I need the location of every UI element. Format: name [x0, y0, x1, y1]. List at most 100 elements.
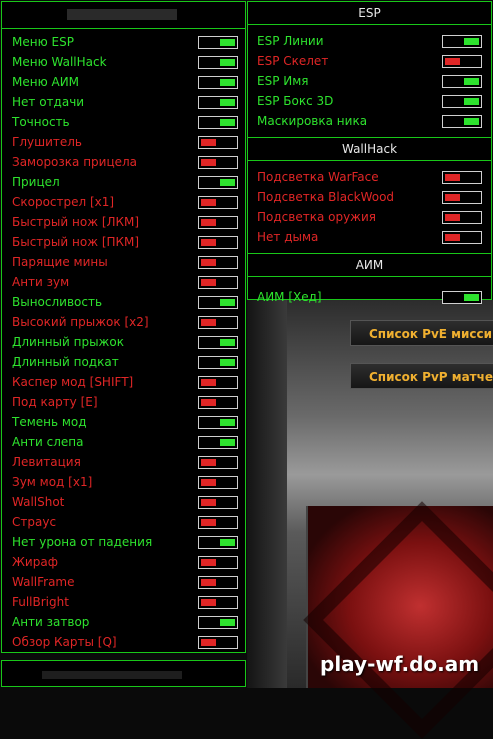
- main-toggle-switch[interactable]: [198, 556, 238, 569]
- esp-option-row[interactable]: Маскировка ника: [248, 111, 491, 131]
- main-option-label: Меню ESP: [12, 35, 74, 49]
- main-option-row[interactable]: Быстрый нож [ЛКМ]: [2, 212, 245, 232]
- esp-option-row[interactable]: ESP Бокс 3D: [248, 91, 491, 111]
- main-option-row[interactable]: Каспер мод [SHIFT]: [2, 372, 245, 392]
- main-toggle-switch[interactable]: [198, 156, 238, 169]
- main-toggle-switch[interactable]: [198, 516, 238, 529]
- main-option-row[interactable]: Под карту [E]: [2, 392, 245, 412]
- main-toggle-switch[interactable]: [198, 536, 238, 549]
- main-option-label: Анти затвор: [12, 615, 90, 629]
- main-option-row[interactable]: Обзор Карты [Q]: [2, 632, 245, 652]
- main-toggle-switch[interactable]: [198, 416, 238, 429]
- pve-missions-button[interactable]: Список PvE миссий: [350, 320, 493, 346]
- main-option-row[interactable]: Темень мод: [2, 412, 245, 432]
- aim-option-row[interactable]: АИМ [Хед]: [248, 287, 491, 307]
- main-option-row[interactable]: Прицел: [2, 172, 245, 192]
- main-toggle-switch[interactable]: [198, 356, 238, 369]
- main-option-label: Каспер мод [SHIFT]: [12, 375, 134, 389]
- main-option-row[interactable]: Длинный прыжок: [2, 332, 245, 352]
- main-option-row[interactable]: Быстрый нож [ПКМ]: [2, 232, 245, 252]
- main-option-row[interactable]: Меню WallHack: [2, 52, 245, 72]
- main-option-row[interactable]: Анти затвор: [2, 612, 245, 632]
- main-toggle-switch[interactable]: [198, 76, 238, 89]
- main-toggle-switch[interactable]: [198, 216, 238, 229]
- esp-toggle-switch[interactable]: [442, 75, 482, 88]
- esp-option-label: Маскировка ника: [257, 114, 368, 128]
- main-toggle-switch[interactable]: [198, 616, 238, 629]
- main-toggle-switch[interactable]: [198, 56, 238, 69]
- wallhack-toggle-switch[interactable]: [442, 231, 482, 244]
- toggle-knob: [201, 219, 216, 226]
- toggle-knob: [220, 119, 235, 126]
- main-toggle-switch[interactable]: [198, 316, 238, 329]
- pvp-matches-button[interactable]: Список PvP матчей: [350, 363, 493, 389]
- main-option-row[interactable]: Меню ESP: [2, 32, 245, 52]
- main-toggle-switch[interactable]: [198, 396, 238, 409]
- esp-toggle-switch[interactable]: [442, 115, 482, 128]
- main-toggle-switch[interactable]: [198, 276, 238, 289]
- main-option-row[interactable]: Выносливость: [2, 292, 245, 312]
- main-option-row[interactable]: Меню АИМ: [2, 72, 245, 92]
- main-option-row[interactable]: Точность: [2, 112, 245, 132]
- main-option-row[interactable]: Левитация: [2, 452, 245, 472]
- main-toggle-switch[interactable]: [198, 456, 238, 469]
- main-toggle-switch[interactable]: [198, 376, 238, 389]
- main-option-row[interactable]: Длинный подкат: [2, 352, 245, 372]
- main-option-row[interactable]: Заморозка прицела: [2, 152, 245, 172]
- main-toggle-switch[interactable]: [198, 576, 238, 589]
- aim-option-label: АИМ [Хед]: [257, 290, 322, 304]
- main-toggle-switch[interactable]: [198, 196, 238, 209]
- main-option-row[interactable]: Глушитель: [2, 132, 245, 152]
- main-toggle-switch[interactable]: [198, 496, 238, 509]
- main-toggle-switch[interactable]: [198, 136, 238, 149]
- esp-option-row[interactable]: ESP Имя: [248, 71, 491, 91]
- esp-option-label: ESP Имя: [257, 74, 309, 88]
- main-toggle-switch[interactable]: [198, 476, 238, 489]
- main-option-row[interactable]: Высокий прыжок [x2]: [2, 312, 245, 332]
- main-toggle-switch[interactable]: [198, 296, 238, 309]
- main-option-row[interactable]: Зум мод [x1]: [2, 472, 245, 492]
- wallhack-option-row[interactable]: Подсветка WarFace: [248, 167, 491, 187]
- main-toggle-switch[interactable]: [198, 636, 238, 649]
- wallhack-option-row[interactable]: Подсветка BlackWood: [248, 187, 491, 207]
- status-bar-fill: [42, 671, 182, 679]
- main-option-row[interactable]: FullBright: [2, 592, 245, 612]
- main-option-label: Меню WallHack: [12, 55, 107, 69]
- main-option-row[interactable]: WallFrame: [2, 572, 245, 592]
- main-toggle-switch[interactable]: [198, 436, 238, 449]
- main-option-row[interactable]: Страус: [2, 512, 245, 532]
- wallhack-toggle-switch[interactable]: [442, 191, 482, 204]
- wallhack-toggle-switch[interactable]: [442, 211, 482, 224]
- esp-toggle-switch[interactable]: [442, 35, 482, 48]
- toggle-knob: [201, 199, 216, 206]
- wallhack-option-row[interactable]: Подсветка оружия: [248, 207, 491, 227]
- main-option-row[interactable]: Нет отдачи: [2, 92, 245, 112]
- main-option-row[interactable]: Парящие мины: [2, 252, 245, 272]
- game-background-wall: [247, 300, 287, 688]
- main-option-row[interactable]: Анти зум: [2, 272, 245, 292]
- main-toggle-switch[interactable]: [198, 336, 238, 349]
- esp-toggle-switch[interactable]: [442, 95, 482, 108]
- main-toggle-switch[interactable]: [198, 116, 238, 129]
- main-toggle-switch[interactable]: [198, 596, 238, 609]
- toggle-knob: [220, 99, 235, 106]
- toggle-knob: [220, 79, 235, 86]
- aim-toggle-switch[interactable]: [442, 291, 482, 304]
- main-toggle-switch[interactable]: [198, 236, 238, 249]
- main-option-row[interactable]: Нет урона от падения: [2, 532, 245, 552]
- main-toggle-switch[interactable]: [198, 96, 238, 109]
- esp-toggle-switch[interactable]: [442, 55, 482, 68]
- main-option-row[interactable]: Жираф: [2, 552, 245, 572]
- esp-option-row[interactable]: ESP Скелет: [248, 51, 491, 71]
- main-option-label: Нет отдачи: [12, 95, 85, 109]
- main-option-row[interactable]: Анти слепа: [2, 432, 245, 452]
- main-toggle-switch[interactable]: [198, 36, 238, 49]
- main-option-row[interactable]: WallShot: [2, 492, 245, 512]
- main-toggle-switch[interactable]: [198, 176, 238, 189]
- main-option-row[interactable]: Скорострел [x1]: [2, 192, 245, 212]
- wallhack-option-row[interactable]: Нет дыма: [248, 227, 491, 247]
- esp-option-row[interactable]: ESP Линии: [248, 31, 491, 51]
- main-toggle-switch[interactable]: [198, 256, 238, 269]
- main-cheat-menu: Меню ESP Меню WallHack Меню АИМ Нет отдачи Т…: [1, 1, 246, 653]
- wallhack-toggle-switch[interactable]: [442, 171, 482, 184]
